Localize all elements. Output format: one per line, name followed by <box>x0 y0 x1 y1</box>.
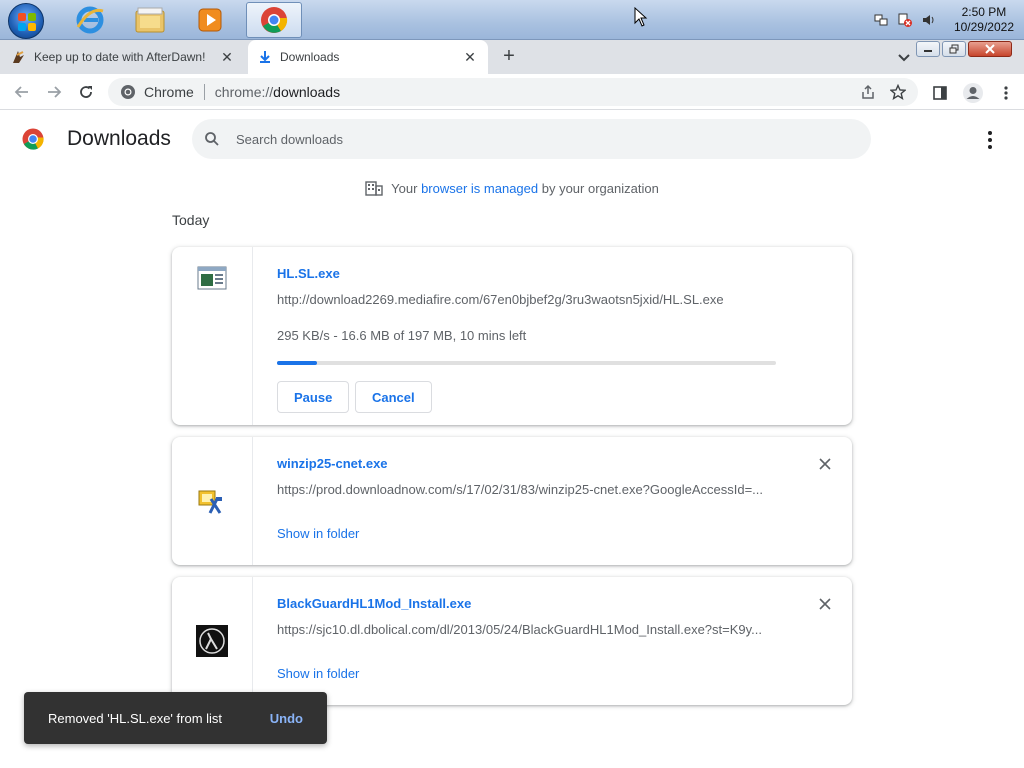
tab-close-button[interactable]: ✕ <box>219 49 235 66</box>
new-tab-button[interactable]: + <box>498 45 520 67</box>
download-filename-link[interactable]: HL.SL.exe <box>277 266 340 281</box>
reload-icon <box>80 86 92 98</box>
download-progress-bar <box>277 361 776 365</box>
tab-downloads[interactable]: Downloads ✕ <box>248 40 488 74</box>
managed-link[interactable]: browser is managed <box>421 181 538 196</box>
url-host: downloads <box>273 84 341 100</box>
back-button[interactable] <box>12 82 32 102</box>
download-source-url[interactable]: https://sjc10.dl.dbolical.com/dl/2013/05… <box>277 622 777 637</box>
browser-toolbar: Chrome chrome://downloads <box>0 74 1024 110</box>
building-icon <box>365 181 383 196</box>
winzip-file-icon <box>198 490 222 514</box>
back-arrow-icon <box>14 86 28 98</box>
browser-menu-icon[interactable] <box>998 85 1014 101</box>
omnibox-separator <box>203 84 205 100</box>
download-icon <box>260 51 270 63</box>
side-panel-icon[interactable] <box>932 85 948 101</box>
windows-logo-icon <box>18 13 36 31</box>
address-bar[interactable]: Chrome chrome://downloads <box>108 78 918 106</box>
downloads-header: Downloads <box>0 110 1024 168</box>
url-text: chrome://downloads <box>215 84 340 100</box>
taskbar-media-player-button[interactable] <box>182 2 238 38</box>
windows-taskbar: 2:50 PM 10/29/2022 <box>0 0 1024 40</box>
chrome-site-icon <box>121 85 135 99</box>
page-title: Downloads <box>67 127 171 150</box>
forward-arrow-icon <box>48 86 62 98</box>
chrome-logo-icon <box>22 128 44 150</box>
remove-from-list-close-icon[interactable] <box>818 457 832 471</box>
site-label: Chrome <box>144 84 194 100</box>
taskbar-explorer-button[interactable] <box>122 2 178 38</box>
download-status: 295 KB/s - 16.6 MB of 197 MB, 10 mins le… <box>277 328 527 343</box>
half-life-lambda-file-icon <box>196 625 228 657</box>
forward-button[interactable] <box>44 82 64 102</box>
volume-icon[interactable] <box>922 13 936 27</box>
show-in-folder-link[interactable]: Show in folder <box>277 666 359 681</box>
minimize-icon <box>924 50 932 52</box>
reload-button[interactable] <box>76 82 96 102</box>
chrome-icon <box>261 7 288 33</box>
managed-suffix: by your organization <box>538 180 659 196</box>
download-source-url[interactable]: http://download2269.mediafire.com/67en0b… <box>277 292 777 307</box>
download-item: HL.SL.exe http://download2269.mediafire.… <box>172 247 852 425</box>
mouse-cursor-icon <box>634 7 648 27</box>
ie-icon <box>76 6 104 34</box>
folder-icon <box>135 7 165 33</box>
bookmark-star-icon[interactable] <box>890 84 906 100</box>
system-tray: 2:50 PM 10/29/2022 <box>874 0 1014 40</box>
restore-icon <box>949 44 959 54</box>
search-icon <box>205 132 219 146</box>
show-in-folder-link[interactable]: Show in folder <box>277 526 359 541</box>
taskbar-ie-button[interactable] <box>62 2 118 38</box>
date-heading: Today <box>172 212 210 228</box>
share-icon[interactable] <box>860 84 876 100</box>
action-center-warning-icon[interactable] <box>898 13 912 27</box>
pause-button[interactable]: Pause <box>277 381 350 413</box>
download-item: BlackGuardHL1Mod_Install.exe https://sjc… <box>172 577 852 705</box>
managed-text: Your browser is managed by your organiza… <box>391 181 659 196</box>
downloads-menu-button[interactable] <box>980 130 1000 150</box>
tab-afterdawn[interactable]: Keep up to date with AfterDawn! ✕ <box>0 40 245 74</box>
clock-date: 10/29/2022 <box>953 20 1014 34</box>
remove-from-list-close-icon[interactable] <box>818 597 832 611</box>
tab-strip: Keep up to date with AfterDawn! ✕ Downlo… <box>0 40 1024 74</box>
tab-close-button[interactable]: ✕ <box>462 49 478 66</box>
network-icon[interactable] <box>874 13 888 27</box>
download-item: winzip25-cnet.exe https://prod.downloadn… <box>172 437 852 565</box>
cancel-button[interactable]: Cancel <box>355 381 432 413</box>
exe-file-icon <box>197 266 227 290</box>
download-filename-link[interactable]: winzip25-cnet.exe <box>277 456 388 471</box>
search-downloads-box[interactable] <box>192 119 871 159</box>
download-progress-fill <box>277 361 317 365</box>
clock-time: 2:50 PM <box>961 5 1007 19</box>
profile-avatar-icon[interactable] <box>962 82 984 104</box>
system-clock[interactable]: 2:50 PM 10/29/2022 <box>954 5 1014 35</box>
toast-message: Removed 'HL.SL.exe' from list <box>48 710 223 726</box>
start-button[interactable] <box>8 3 44 39</box>
managed-prefix: Your <box>391 180 422 196</box>
tab-title: Downloads <box>280 50 340 64</box>
search-input[interactable] <box>236 131 836 147</box>
tab-title: Keep up to date with AfterDawn! <box>34 50 206 64</box>
url-scheme: chrome:// <box>214 84 274 100</box>
afterdawn-icon <box>13 51 24 63</box>
managed-notice: Your browser is managed by your organiza… <box>0 180 1024 196</box>
media-player-icon <box>198 8 222 32</box>
undo-button[interactable]: Undo <box>270 711 303 726</box>
taskbar-chrome-button[interactable] <box>246 2 302 38</box>
tab-search-chevron-icon[interactable] <box>896 49 912 65</box>
download-source-url[interactable]: https://prod.downloadnow.com/s/17/02/31/… <box>277 482 777 497</box>
restore-button[interactable] <box>942 41 966 57</box>
download-filename-link[interactable]: BlackGuardHL1Mod_Install.exe <box>277 596 471 611</box>
removed-toast: Removed 'HL.SL.exe' from list Undo <box>24 692 327 744</box>
window-controls <box>916 41 1012 57</box>
close-icon <box>985 44 995 54</box>
close-window-button[interactable] <box>968 41 1012 57</box>
minimize-button[interactable] <box>916 41 940 57</box>
